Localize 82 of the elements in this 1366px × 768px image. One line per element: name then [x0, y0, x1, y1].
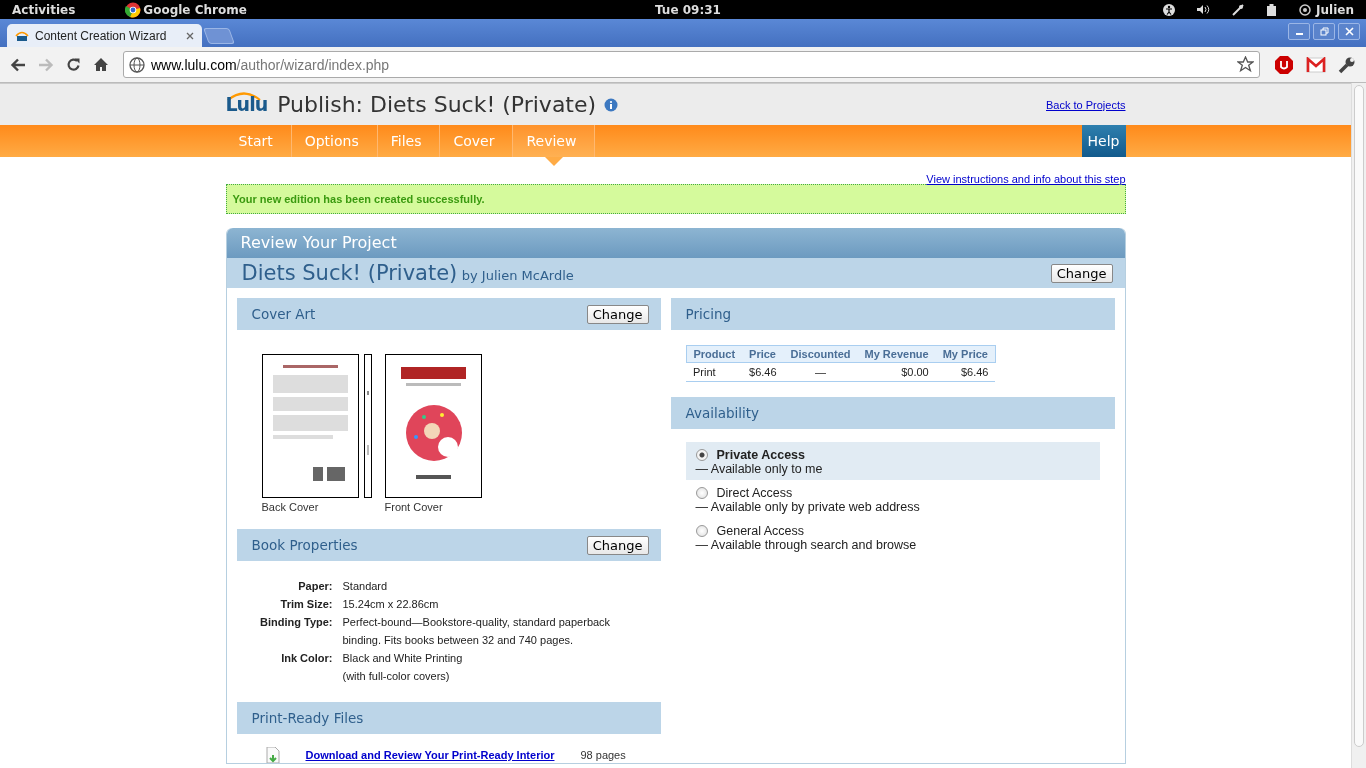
user-menu[interactable]: Julien — [1299, 2, 1354, 17]
option-description: — Available only by private web address — [695, 500, 921, 514]
property-value: Perfect-bound—Bookstore-quality, standard paperback binding. Fits books between 32 and 740 pages. — [342, 615, 612, 648]
user-icon — [1299, 3, 1312, 16]
radio-button[interactable] — [695, 525, 708, 537]
column-header: Product — [686, 345, 743, 363]
volume-icon[interactable] — [1197, 4, 1211, 15]
minimize-button[interactable] — [1288, 23, 1310, 40]
access-option[interactable]: Direct Access — Available only by private web address — [685, 480, 1100, 518]
accessibility-icon[interactable] — [1163, 3, 1176, 16]
change-button[interactable]: Change — [586, 304, 649, 324]
page-count: 98 pages — [580, 749, 626, 761]
clock[interactable]: Tue 09:31 — [655, 2, 721, 17]
scrollbar-thumb[interactable] — [1354, 85, 1364, 747]
cover-caption: Back Cover — [261, 501, 320, 513]
success-notice: Your new edition has been created successfully. — [225, 184, 1126, 214]
property-value: Standard — [342, 579, 389, 594]
close-icon[interactable] — [186, 31, 194, 40]
option-name: General Access — [716, 524, 805, 538]
section-title: Cover Art — [251, 306, 316, 322]
back-to-projects-link[interactable]: Back to Projects — [1046, 98, 1126, 111]
section-title: Pricing — [685, 306, 731, 322]
home-icon[interactable] — [93, 57, 109, 72]
restore-icon — [1319, 27, 1329, 36]
download-link[interactable]: Download and Review Your Print-Ready Interior — [305, 749, 555, 761]
radio-button[interactable] — [695, 487, 708, 499]
change-button[interactable]: Change — [1050, 263, 1113, 283]
option-description: — Available only to me — [695, 462, 824, 476]
globe-icon — [129, 56, 145, 73]
reload-icon[interactable] — [66, 57, 81, 72]
section-title: Book Properties — [251, 537, 358, 553]
chrome-icon — [125, 1, 142, 18]
option-name: Direct Access — [716, 486, 793, 500]
tab-title: Content Creation Wizard — [35, 28, 168, 43]
lulu-favicon — [15, 29, 29, 42]
column-header: Price — [742, 345, 784, 363]
address-bar[interactable]: www.lulu.com/author/wizard/index.php — [123, 51, 1260, 78]
mail-icon[interactable] — [1306, 56, 1326, 73]
access-option[interactable]: Private Access — Available only to me — [685, 442, 1100, 480]
property-label: Paper: — [297, 579, 333, 594]
access-option[interactable]: General Access — Available through search and browse — [685, 518, 1100, 556]
column-header: My Price — [935, 345, 996, 363]
property-value: Black and White Printing — [342, 651, 464, 666]
property-value: 15.24cm x 22.86cm — [342, 597, 440, 612]
property-label: Ink Color: — [280, 651, 333, 666]
page-title: Publish: Diets Suck! (Private) — [277, 92, 597, 117]
bookmark-star-icon[interactable] — [1237, 56, 1254, 73]
section-title: Print-Ready Files — [251, 710, 364, 726]
radio-button[interactable] — [695, 449, 708, 461]
column-header: My Revenue — [857, 345, 936, 363]
column-header: Discounted — [783, 345, 858, 363]
table-cell: $6.46 — [935, 362, 996, 382]
property-label: Binding Type: — [259, 615, 333, 630]
lulu-logo[interactable]: Lulu — [225, 90, 268, 115]
section-title: Availability — [685, 405, 760, 421]
stop-sign-icon[interactable] — [1274, 54, 1294, 75]
panel-heading: Review Your Project — [226, 228, 1125, 258]
option-name: Private Access — [716, 448, 805, 462]
cover-caption: Front Cover — [384, 501, 444, 513]
table-cell: — — [783, 362, 858, 382]
app-menu[interactable]: Google Chrome — [125, 1, 247, 18]
step-pointer-icon — [544, 157, 563, 166]
battery-icon[interactable] — [1266, 3, 1278, 16]
option-description: — Available through search and browse — [695, 538, 918, 552]
close-icon — [1344, 27, 1354, 36]
table-cell: Print — [686, 362, 743, 382]
property-value: (with full-color covers) — [342, 669, 451, 684]
project-title: Diets Suck! (Private) by Julien McArdle — [241, 261, 574, 285]
help-button[interactable]: Help — [1081, 125, 1126, 157]
table-cell: $6.46 — [742, 362, 784, 382]
browser-tab[interactable]: Content Creation Wizard — [7, 24, 202, 47]
table-cell: $0.00 — [857, 362, 936, 382]
restore-button[interactable] — [1313, 23, 1335, 40]
close-button[interactable] — [1338, 23, 1360, 40]
property-label: Trim Size: — [279, 597, 333, 612]
document-download-icon — [264, 747, 281, 763]
back-icon[interactable] — [10, 57, 26, 72]
instructions-link[interactable]: View instructions and info about this step — [926, 173, 1126, 185]
info-icon[interactable] — [604, 97, 619, 112]
wrench-icon[interactable] — [1338, 55, 1356, 74]
activities-button[interactable]: Activities — [0, 2, 88, 17]
change-button[interactable]: Change — [586, 535, 649, 555]
